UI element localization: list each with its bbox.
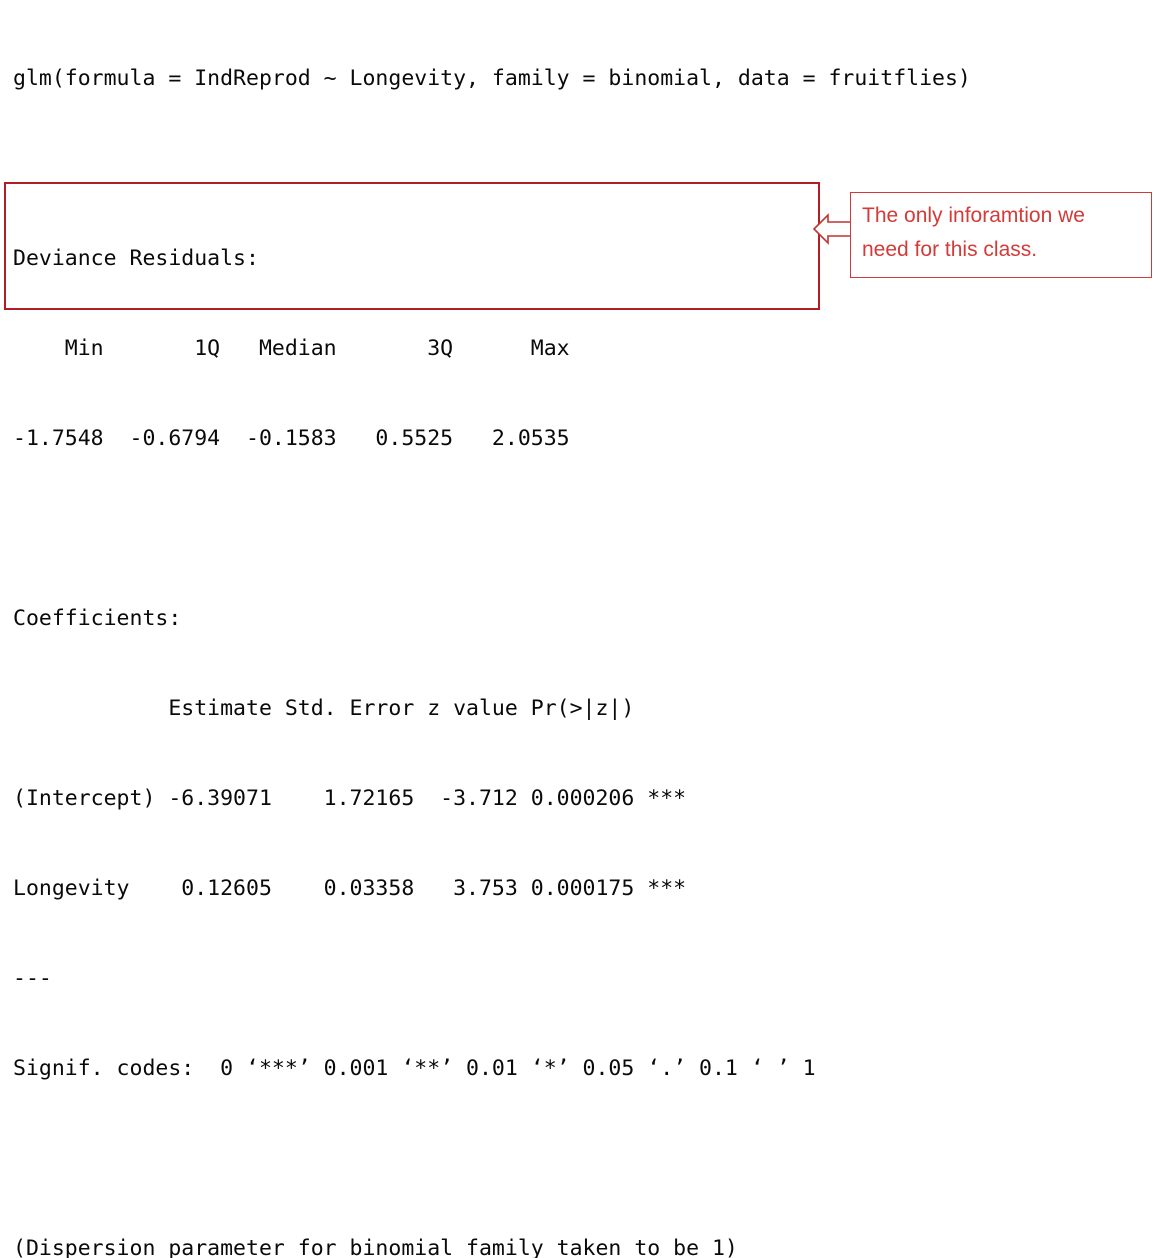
- console-line-coefficient-longevity: Longevity 0.12605 0.03358 3.753 0.000175…: [13, 876, 687, 901]
- annotation-line-1: The only inforamtion we: [862, 204, 1085, 227]
- console-line-coefficient-intercept: (Intercept) -6.39071 1.72165 -3.712 0.00…: [13, 786, 687, 811]
- console-line-dispersion: (Dispersion parameter for binomial famil…: [13, 1236, 738, 1258]
- console-line-signif-codes: Signif. codes: 0 ‘***’ 0.001 ‘**’ 0.01 ‘…: [13, 1056, 816, 1081]
- annotation-callout: The only inforamtion we need for this cl…: [850, 192, 1152, 278]
- annotation-line-2: need for this class.: [862, 238, 1038, 261]
- console-line-coefficients-heading: Coefficients:: [13, 606, 182, 631]
- left-block-arrow-icon: [812, 209, 854, 249]
- console-line-separator: ---: [13, 966, 52, 991]
- console-line-deviance-labels: Min 1Q Median 3Q Max: [13, 336, 570, 361]
- console-line-deviance-values: -1.7548 -0.6794 -0.1583 0.5525 2.0535: [13, 426, 570, 451]
- console-line-coefficients-header: Estimate Std. Error z value Pr(>|z|): [13, 696, 635, 721]
- console-line-call: glm(formula = IndReprod ~ Longevity, fam…: [13, 66, 971, 91]
